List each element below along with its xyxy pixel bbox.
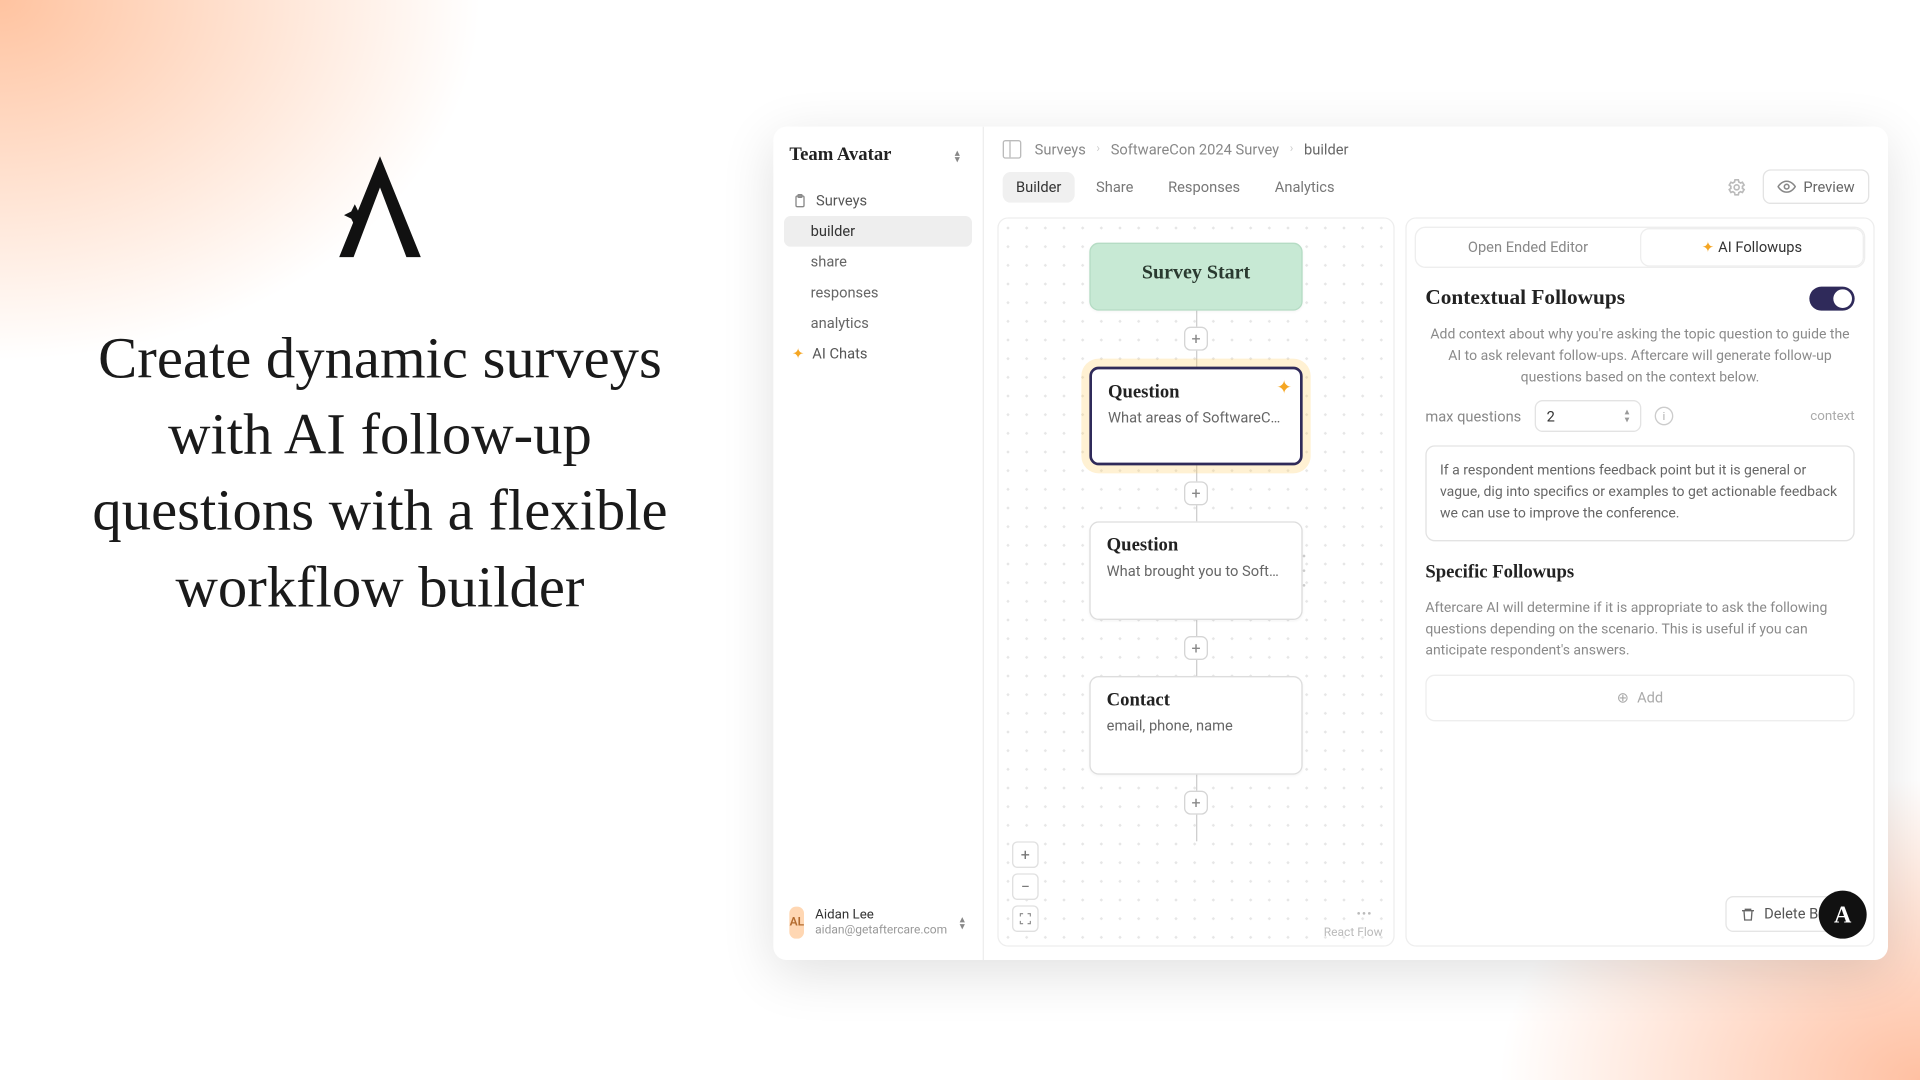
sparkle-icon: ✦ — [1702, 239, 1714, 256]
max-questions-label: max questions — [1425, 408, 1521, 425]
contextual-toggle[interactable] — [1809, 287, 1854, 311]
sidebar: Team Avatar ▴▾ Surveys builder share res… — [773, 127, 984, 960]
tab-responses[interactable]: Responses — [1155, 171, 1254, 202]
node-body: What brought you to Softw… — [1107, 563, 1286, 580]
breadcrumb: Surveys › SoftwareCon 2024 Survey › buil… — [1035, 141, 1349, 158]
add-node-button[interactable]: + — [1184, 481, 1208, 505]
section-title: Specific Followups — [1425, 563, 1854, 584]
add-node-button[interactable]: + — [1184, 636, 1208, 660]
team-switcher[interactable]: Team Avatar ▴▾ — [784, 140, 972, 183]
marketing-headline: Create dynamic surveys with AI follow-up… — [87, 320, 674, 625]
panel-tab-ai-followups[interactable]: ✦AI Followups — [1640, 228, 1864, 267]
chevron-right-icon: › — [1290, 143, 1294, 156]
preview-button[interactable]: Preview — [1762, 169, 1869, 204]
flow-node-start[interactable]: Survey Start — [1089, 243, 1302, 311]
fit-view-button[interactable] — [1012, 905, 1039, 932]
node-title: Question — [1108, 383, 1284, 404]
panel-tab-open-ended[interactable]: Open Ended Editor — [1416, 228, 1640, 267]
info-icon[interactable]: i — [1655, 407, 1674, 426]
chevron-updown-icon: ▴▾ — [948, 147, 967, 166]
sidebar-item-label: analytics — [811, 315, 869, 332]
user-email: aidan@getaftercare.com — [815, 923, 947, 937]
flow-node-question[interactable]: Question What brought you to Softw… — [1089, 521, 1302, 620]
flow-node-contact[interactable]: Contact email, phone, name — [1089, 676, 1302, 775]
canvas-attribution: React Flow — [1324, 927, 1383, 940]
minimap — [1356, 895, 1380, 906]
preview-label: Preview — [1803, 178, 1854, 195]
clipboard-icon — [792, 193, 808, 209]
node-body: email, phone, name — [1107, 717, 1286, 734]
node-title: Question — [1107, 536, 1286, 557]
drag-handle-icon[interactable] — [1300, 555, 1308, 587]
breadcrumb-item[interactable]: SoftwareCon 2024 Survey — [1111, 141, 1279, 158]
settings-button[interactable] — [1719, 169, 1754, 204]
add-node-button[interactable]: + — [1184, 327, 1208, 351]
sidebar-item-label: builder — [811, 223, 855, 240]
eye-icon — [1777, 177, 1796, 196]
zoom-in-button[interactable]: + — [1012, 841, 1039, 868]
sidebar-item-label: Surveys — [816, 192, 867, 209]
sidebar-item-ai-chats[interactable]: ✦ AI Chats — [784, 339, 972, 370]
sidebar-item-surveys[interactable]: Surveys — [784, 185, 972, 216]
context-textarea[interactable] — [1425, 446, 1854, 542]
flow-node-question[interactable]: ✦ Question What areas of SoftwareCo… — [1089, 367, 1302, 466]
node-body: What areas of SoftwareCo… — [1108, 409, 1284, 426]
chevron-updown-icon: ▴▾ — [958, 913, 967, 932]
sidebar-item-responses[interactable]: responses — [784, 277, 972, 308]
brand-fab[interactable]: A — [1819, 891, 1867, 939]
node-title: Contact — [1107, 691, 1286, 712]
node-title: Survey Start — [1107, 263, 1286, 286]
sidebar-item-builder[interactable]: builder — [784, 216, 972, 247]
tab-builder[interactable]: Builder — [1003, 171, 1075, 202]
sidebar-item-label: share — [811, 253, 847, 270]
add-node-button[interactable]: + — [1184, 791, 1208, 815]
inspector-panel: Open Ended Editor ✦AI Followups Contextu… — [1405, 217, 1874, 946]
sidebar-item-share[interactable]: share — [784, 247, 972, 278]
sidebar-item-label: responses — [811, 284, 879, 301]
app-window: Team Avatar ▴▾ Surveys builder share res… — [773, 127, 1888, 960]
tab-share[interactable]: Share — [1083, 171, 1147, 202]
team-name: Team Avatar — [789, 145, 891, 166]
sparkle-icon: ✦ — [1276, 377, 1292, 398]
max-questions-stepper[interactable]: 2 ▴▾ — [1535, 400, 1642, 432]
user-name: Aidan Lee — [815, 907, 947, 923]
sparkle-icon: ✦ — [792, 345, 804, 362]
context-label: context — [1810, 409, 1854, 424]
section-description: Add context about why you're asking the … — [1425, 324, 1854, 387]
sidebar-item-analytics[interactable]: analytics — [784, 308, 972, 339]
avatar: AL — [789, 907, 804, 939]
brand-logo — [320, 147, 440, 267]
breadcrumb-item: builder — [1304, 141, 1348, 158]
chevron-updown-icon: ▴▾ — [1625, 408, 1630, 424]
max-questions-value: 2 — [1547, 408, 1555, 425]
collapse-sidebar-icon[interactable] — [1003, 140, 1022, 159]
add-followup-button[interactable]: ⊕ Add — [1425, 674, 1854, 721]
section-title: Contextual Followups — [1425, 287, 1625, 311]
user-menu[interactable]: AL Aidan Lee aidan@getaftercare.com ▴▾ — [784, 899, 972, 947]
chevron-right-icon: › — [1096, 143, 1100, 156]
plus-circle-icon: ⊕ — [1617, 689, 1629, 706]
trash-icon — [1740, 906, 1756, 922]
tab-analytics[interactable]: Analytics — [1261, 171, 1347, 202]
sidebar-item-label: AI Chats — [812, 345, 867, 362]
breadcrumb-item[interactable]: Surveys — [1035, 141, 1086, 158]
flow-canvas[interactable]: Survey Start + ✦ Question What areas of … — [997, 217, 1394, 946]
zoom-out-button[interactable]: − — [1012, 873, 1039, 900]
section-description: Aftercare AI will determine if it is app… — [1425, 598, 1854, 661]
